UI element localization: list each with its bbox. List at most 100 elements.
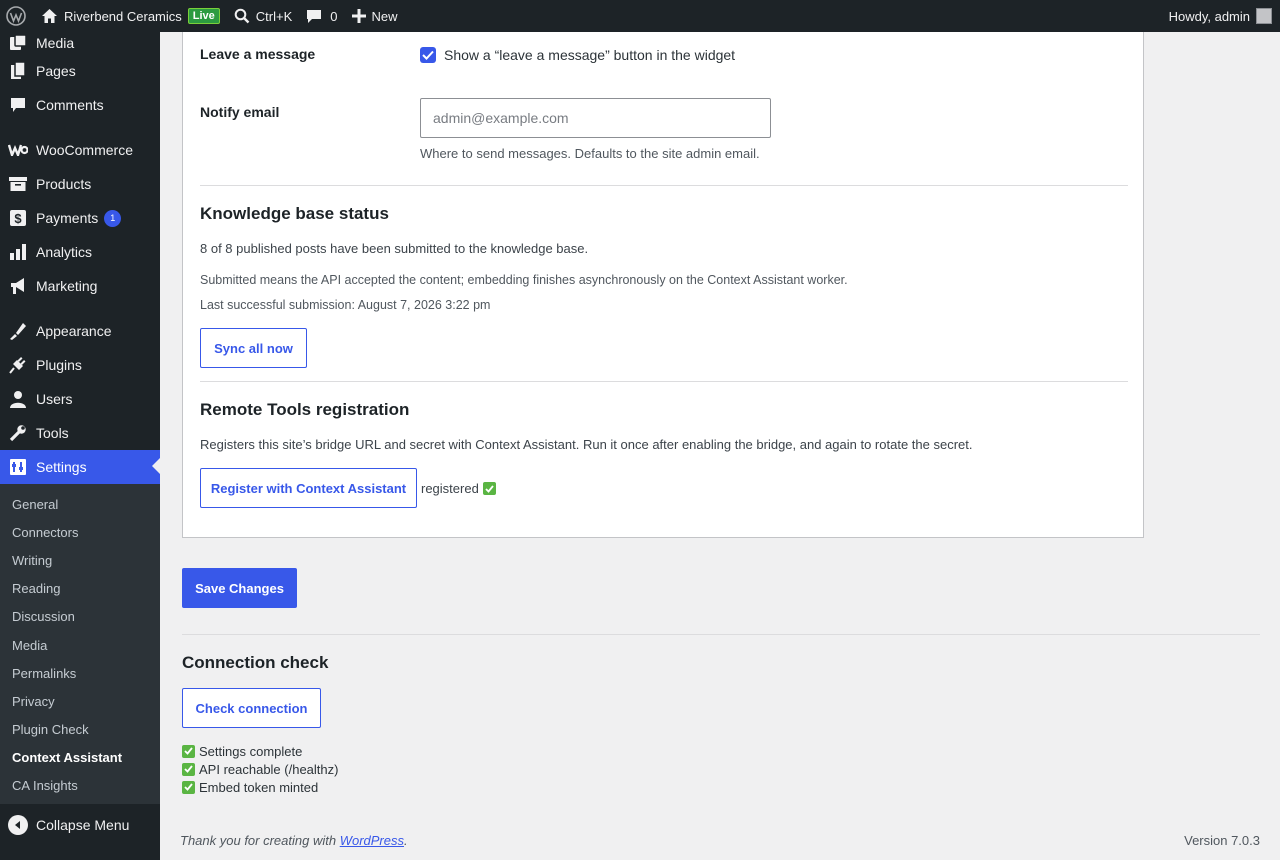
avatar [1256, 8, 1272, 24]
site-name-link[interactable]: Riverbend Ceramics Live [34, 0, 227, 32]
submenu-connectors[interactable]: Connectors [0, 518, 160, 546]
new-label: New [371, 8, 398, 24]
submenu-privacy[interactable]: Privacy [0, 687, 160, 715]
collapse-menu-button[interactable]: Collapse Menu [0, 808, 160, 842]
kb-note: Submitted means the API accepted the con… [200, 273, 848, 287]
marketing-icon [8, 276, 28, 296]
footer-thanks-suffix: . [404, 833, 408, 848]
remote-tools-description: Registers this site’s bridge URL and sec… [200, 437, 973, 452]
greeting: Howdy, admin [1168, 8, 1250, 24]
appearance-icon [8, 321, 28, 341]
submenu-plugin-check[interactable]: Plugin Check [0, 716, 160, 744]
connection-check-title: Connection check [182, 653, 329, 672]
menu-item-tools[interactable]: Tools [0, 416, 160, 450]
svg-text:$: $ [14, 211, 22, 226]
command-search-button[interactable]: Ctrl+K [227, 0, 299, 32]
menu-item-comments[interactable]: Comments [0, 88, 160, 122]
menu-item-woocommerce[interactable]: WooCommerce [0, 133, 160, 167]
submenu-reading[interactable]: Reading [0, 575, 160, 603]
menu-item-pages[interactable]: Pages [0, 54, 160, 88]
menu-label-marketing: Marketing [36, 278, 98, 294]
plugins-icon [8, 355, 28, 375]
admin-bar: Riverbend Ceramics Live Ctrl+K 0 New How… [0, 0, 1280, 32]
users-icon [8, 389, 28, 409]
menu-item-products[interactable]: Products [0, 167, 160, 201]
search-icon [234, 8, 250, 24]
menu-item-marketing[interactable]: Marketing [0, 269, 160, 303]
menu-separator [0, 303, 160, 314]
admin-sidebar: Media Pages Comments WooCommerce Product… [0, 32, 160, 860]
search-shortcut: Ctrl+K [255, 8, 293, 24]
media-icon [8, 33, 28, 53]
menu-label-appearance: Appearance [36, 323, 112, 339]
registration-status: registered [421, 481, 496, 496]
submenu-discussion[interactable]: Discussion [0, 603, 160, 631]
footer-thanks: Thank you for creating with WordPress. [180, 833, 408, 848]
new-content-link[interactable]: New [345, 0, 405, 32]
result-embed-token: Embed token minted [199, 779, 319, 795]
register-button[interactable]: Register with Context Assistant [200, 468, 417, 508]
result-item: Settings complete [182, 742, 338, 760]
result-item: API reachable (/healthz) [182, 760, 338, 778]
checkmark-icon [422, 50, 434, 60]
submenu-ca-insights[interactable]: CA Insights [0, 772, 160, 800]
menu-label-woocommerce: WooCommerce [36, 142, 133, 158]
my-account-link[interactable]: Howdy, admin [1169, 8, 1280, 24]
comments-link[interactable]: 0 [299, 0, 344, 32]
home-icon [41, 8, 58, 24]
menu-item-media[interactable]: Media [0, 32, 160, 54]
section-divider [182, 634, 1260, 635]
tools-icon [8, 423, 28, 443]
kb-status-title: Knowledge base status [200, 204, 389, 223]
wordpress-logo-icon[interactable] [0, 0, 34, 32]
payments-icon: $ [8, 208, 28, 228]
check-connection-button[interactable]: Check connection [182, 688, 321, 728]
menu-label-settings: Settings [36, 459, 87, 475]
leave-message-checkbox[interactable] [420, 47, 436, 63]
menu-label-products: Products [36, 176, 92, 192]
site-name: Riverbend Ceramics [64, 8, 182, 24]
payments-count-badge: 1 [104, 209, 122, 227]
wordpress-link[interactable]: WordPress [340, 833, 404, 848]
submenu-context-assistant[interactable]: Context Assistant [0, 744, 160, 772]
save-changes-button[interactable]: Save Changes [182, 568, 297, 608]
menu-item-settings[interactable]: Settings [0, 450, 160, 484]
plus-icon [351, 9, 366, 23]
notify-email-help: Where to send messages. Defaults to the … [420, 146, 760, 161]
settings-icon [8, 457, 28, 477]
comments-count: 0 [330, 8, 338, 24]
check-mark-icon [182, 744, 195, 758]
menu-separator [0, 122, 160, 133]
menu-item-analytics[interactable]: Analytics [0, 235, 160, 269]
kb-last-submission: Last successful submission: August 7, 20… [200, 298, 491, 312]
result-item: Embed token minted [182, 778, 338, 796]
menu-item-payments[interactable]: $ Payments 1 [0, 201, 160, 235]
menu-item-appearance[interactable]: Appearance [0, 314, 160, 348]
notify-email-input[interactable] [420, 98, 771, 138]
section-divider [200, 185, 1128, 186]
collapse-menu-label: Collapse Menu [36, 817, 130, 834]
menu-label-comments: Comments [36, 97, 104, 113]
footer-thanks-text: Thank you for creating with [180, 833, 340, 848]
sync-all-button[interactable]: Sync all now [200, 328, 307, 368]
result-settings-complete: Settings complete [199, 743, 303, 759]
menu-item-users[interactable]: Users [0, 382, 160, 416]
notify-email-label: Notify email [200, 104, 280, 120]
settings-submenu: General Connectors Writing Reading Discu… [0, 484, 160, 805]
connection-results: Settings complete API reachable (/health… [182, 742, 338, 796]
registration-status-text: registered [421, 481, 479, 496]
section-divider [200, 381, 1128, 382]
menu-label-analytics: Analytics [36, 244, 93, 260]
menu-label-pages: Pages [36, 63, 76, 79]
submenu-media[interactable]: Media [0, 631, 160, 659]
check-mark-icon [182, 762, 195, 776]
woocommerce-icon [8, 140, 28, 160]
submenu-writing[interactable]: Writing [0, 546, 160, 574]
submenu-general[interactable]: General [0, 490, 160, 518]
submenu-permalinks[interactable]: Permalinks [0, 659, 160, 687]
leave-message-checkbox-label[interactable]: Show a “leave a message” button in the w… [444, 47, 735, 63]
check-mark-icon [182, 780, 195, 794]
menu-item-plugins[interactable]: Plugins [0, 348, 160, 382]
leave-message-label: Leave a message [200, 46, 316, 62]
products-icon [8, 174, 28, 194]
